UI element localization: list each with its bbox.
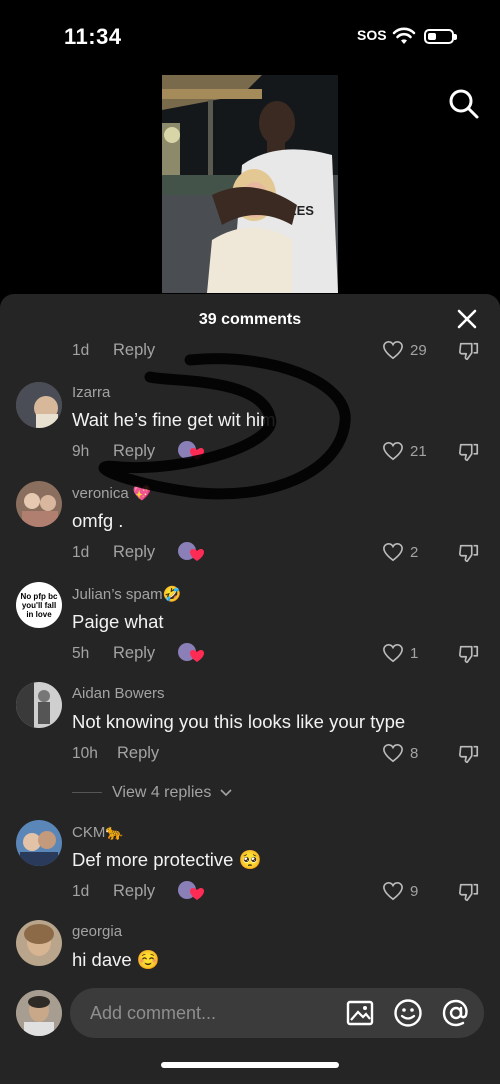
avatar[interactable] — [16, 481, 62, 527]
comment-time: 5h — [72, 645, 90, 662]
battery-level — [428, 33, 436, 40]
dislike-icon[interactable] — [458, 441, 480, 463]
comment-text: Not knowing you this looks like your typ… — [72, 711, 406, 732]
comment-username[interactable]: CKM🐆 — [72, 823, 124, 841]
comment-item: CKM🐆 Def more protective 🥺 1d Reply 9 — [0, 820, 500, 910]
comment-username[interactable]: Julian’s spam🤣 — [72, 585, 181, 603]
comment-username[interactable]: Izarra — [72, 384, 110, 401]
view-replies-button[interactable]: View 4 replies — [72, 784, 232, 802]
avatar[interactable] — [16, 820, 62, 866]
dislike-icon[interactable] — [458, 542, 480, 564]
comment-partial-row: 1d Reply 29 — [0, 338, 500, 362]
wifi-icon — [392, 27, 416, 44]
creator-liked-badge — [178, 440, 204, 460]
heart-icon[interactable] — [382, 643, 404, 663]
comment-item: veronica 💖 omfg . 1d Reply 2 — [0, 481, 500, 571]
avatar[interactable] — [16, 920, 62, 966]
avatar-caption: No pfp bc you'll fall in love — [20, 591, 58, 619]
my-avatar[interactable] — [16, 990, 62, 1036]
comment-text: Def more protective 🥺 — [72, 849, 262, 870]
like-count: 2 — [410, 544, 419, 561]
heart-icon[interactable] — [382, 542, 404, 562]
emoji-icon[interactable] — [393, 998, 423, 1028]
dislike-icon[interactable] — [458, 643, 480, 665]
comment-time: 10h — [72, 745, 98, 762]
reply-button[interactable]: Reply — [113, 543, 155, 562]
avatar[interactable] — [16, 682, 62, 728]
heart-icon[interactable] — [382, 881, 404, 901]
creator-liked-badge — [178, 541, 204, 561]
sos-indicator: SOS — [357, 27, 387, 43]
replies-divider — [72, 792, 102, 794]
comments-sheet: 39 comments 1d Reply 29 Izarra Wait he’s… — [0, 294, 500, 1084]
heart-icon[interactable] — [382, 743, 404, 763]
comment-input-bar — [0, 978, 500, 1084]
comment-time: 9h — [72, 443, 90, 460]
comment-username[interactable]: veronica 💖 — [72, 484, 152, 502]
comment-time: 1d — [72, 883, 90, 900]
dislike-icon[interactable] — [458, 340, 480, 362]
comment-username[interactable]: Aidan Bowers — [72, 685, 165, 702]
image-icon[interactable] — [345, 998, 375, 1028]
creator-liked-badge — [178, 642, 204, 662]
reply-button[interactable]: Reply — [113, 341, 155, 360]
dislike-icon[interactable] — [458, 743, 480, 765]
close-icon[interactable] — [456, 308, 478, 330]
comment-text: hi dave ☺️ — [72, 949, 160, 970]
creator-liked-badge — [178, 880, 204, 900]
like-count: 29 — [410, 342, 427, 359]
comment-time: 1d — [72, 544, 90, 561]
chevron-down-icon — [220, 789, 232, 796]
comment-item: Aidan Bowers Not knowing you this looks … — [0, 682, 500, 772]
heart-icon[interactable] — [382, 441, 404, 461]
like-count: 8 — [410, 745, 419, 762]
reply-button[interactable]: Reply — [113, 442, 155, 461]
dislike-icon[interactable] — [458, 881, 480, 903]
search-icon[interactable] — [448, 88, 480, 120]
like-count: 1 — [410, 645, 419, 662]
video-frame-image: ELES — [162, 75, 338, 293]
status-time: 11:34 — [64, 24, 122, 49]
like-count: 21 — [410, 443, 427, 460]
battery-icon — [424, 29, 457, 44]
video-preview[interactable]: ELES — [162, 75, 338, 293]
status-bar: 11:34 SOS — [0, 0, 500, 70]
home-indicator — [161, 1062, 339, 1068]
reply-button[interactable]: Reply — [113, 882, 155, 901]
comments-header: 39 comments — [0, 294, 500, 344]
avatar[interactable] — [16, 382, 62, 428]
mention-icon[interactable] — [441, 998, 471, 1028]
comment-username[interactable]: georgia — [72, 923, 122, 940]
reply-button[interactable]: Reply — [117, 744, 159, 763]
view-replies-label: View 4 replies — [112, 784, 212, 801]
comment-time: 1d — [72, 342, 90, 359]
comment-item: No pfp bc you'll fall in love Julian’s s… — [0, 582, 500, 672]
comment-text: Paige what — [72, 611, 164, 632]
comment-text: omfg . — [72, 510, 124, 531]
reply-button[interactable]: Reply — [113, 644, 155, 663]
comment-item: Izarra Wait he’s fine get wit him 9h Rep… — [0, 380, 500, 470]
like-count: 9 — [410, 883, 419, 900]
comment-text: Wait he’s fine get wit him — [72, 409, 276, 430]
comments-count-title: 39 comments — [198, 311, 302, 328]
avatar[interactable]: No pfp bc you'll fall in love — [16, 582, 62, 628]
heart-icon[interactable] — [382, 340, 404, 360]
comment-item: georgia hi dave ☺️ — [0, 920, 500, 980]
